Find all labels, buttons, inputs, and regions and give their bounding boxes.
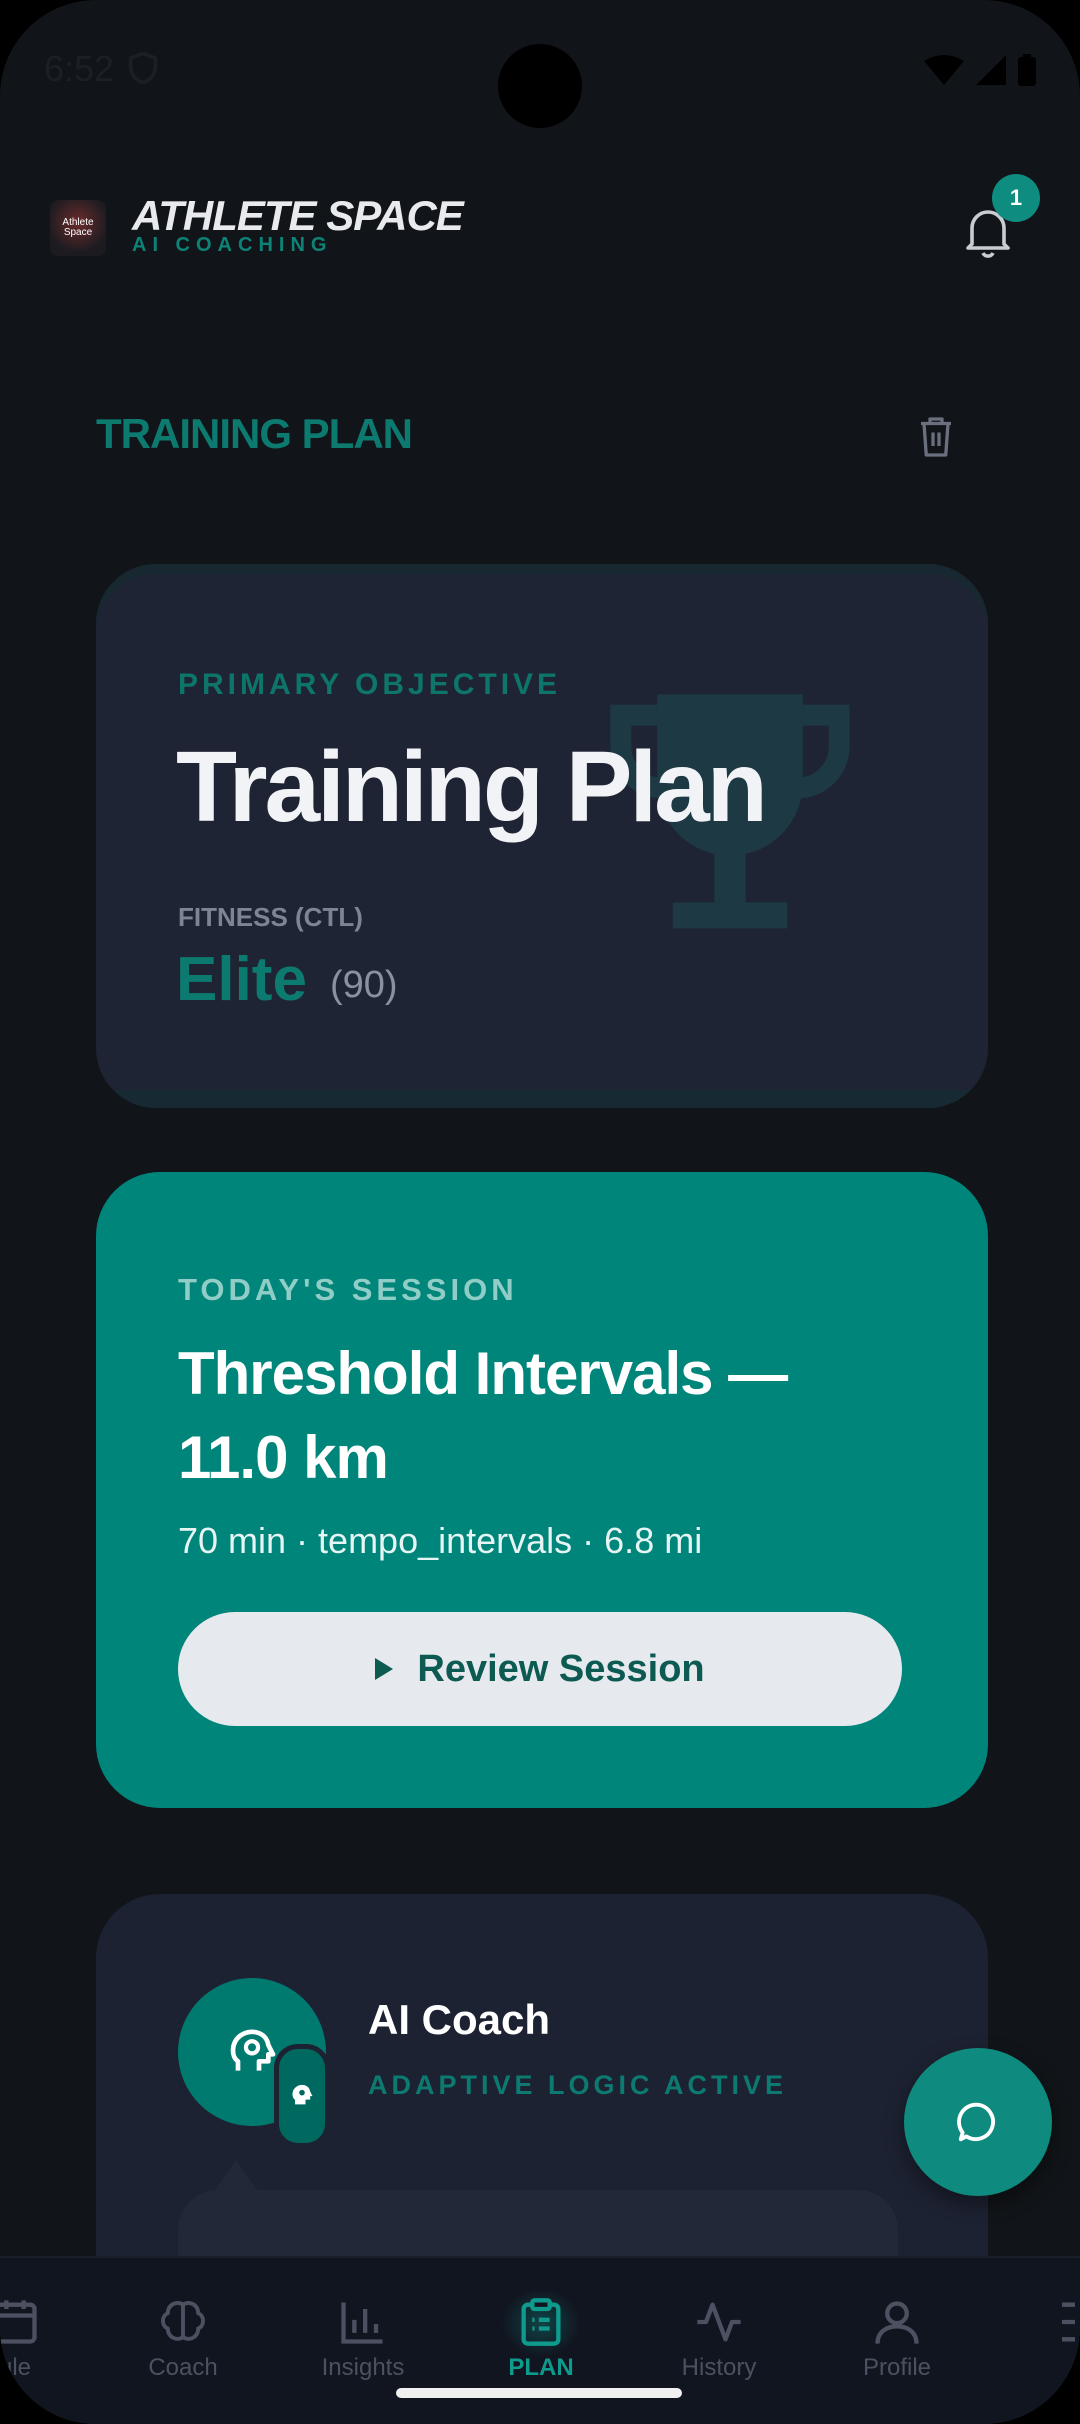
nav-label: ule — [0, 2354, 32, 2381]
status-bar: 6:52 — [0, 0, 1080, 140]
notification-badge: 1 — [992, 174, 1040, 222]
fitness-number: (90) — [330, 964, 398, 1006]
page-title: TRAINING PLAN — [96, 410, 413, 457]
play-icon — [375, 1658, 394, 1680]
wifi-icon — [924, 55, 964, 85]
signal-icon — [976, 55, 1006, 85]
session-card: TODAY'S SESSION Threshold Intervals — 11… — [96, 1172, 988, 1808]
nav-item-plan[interactable]: PLAN — [456, 2258, 626, 2381]
chat-fab-button[interactable] — [904, 2048, 1052, 2196]
coach-mini-badge — [274, 2044, 330, 2148]
bubble-tail — [214, 2160, 258, 2192]
chat-icon — [957, 2102, 995, 2142]
nav-label: Profile — [862, 2354, 932, 2381]
coach-name: AI Coach — [368, 1996, 551, 2043]
fitness-label: FITNESS (CTL) — [178, 902, 363, 932]
brand-name: ATHLETE SPACE — [132, 192, 464, 239]
logo-text: Athlete Space — [62, 217, 94, 238]
nav-item-schedule[interactable]: ule — [0, 2258, 100, 2381]
bar-chart-icon — [341, 2302, 383, 2344]
clipboard-icon — [521, 2298, 561, 2346]
head-gear-icon — [230, 2029, 276, 2071]
review-session-label: Review Session — [417, 1647, 705, 1690]
user-icon — [875, 2301, 919, 2344]
app-header: Athlete Space ATHLETE SPACE AI COACHING … — [0, 170, 1080, 290]
partial-icon — [1062, 2302, 1075, 2342]
home-indicator[interactable] — [396, 2388, 682, 2398]
nav-item-profile[interactable]: Profile — [812, 2258, 982, 2381]
head-gear-small-icon — [292, 2084, 313, 2105]
brand-subtitle: AI COACHING — [132, 234, 333, 256]
nav-label: History — [681, 2354, 757, 2381]
nav-label: Insights — [321, 2354, 405, 2381]
nav-item-coach[interactable]: Coach — [98, 2258, 268, 2381]
session-label: TODAY'S SESSION — [178, 1272, 518, 1307]
nav-item-history[interactable]: History — [634, 2258, 804, 2381]
app-screen: 6:52 Athlete Space ATHLETE SPACE AI COAC… — [0, 0, 1080, 2424]
activity-icon — [697, 2302, 741, 2342]
brain-icon — [161, 2301, 205, 2341]
status-time: 6:52 — [44, 48, 115, 89]
nav-item-insights[interactable]: Insights — [278, 2258, 448, 2381]
fitness-value: Elite — [176, 945, 307, 1014]
coach-status: ADAPTIVE LOGIC ACTIVE — [368, 2070, 788, 2100]
bottom-nav: ule Coach Insights PLAN History Profile — [0, 2256, 1080, 2424]
system-icons — [924, 54, 1036, 86]
objective-title: Training Plan — [176, 731, 768, 843]
nav-label: PLAN — [508, 2354, 574, 2381]
app-logo: Athlete Space — [50, 200, 106, 256]
card-edge — [96, 1090, 988, 1108]
session-title: Threshold Intervals — 11.0 km — [178, 1340, 788, 1491]
battery-icon — [1018, 54, 1036, 86]
nav-label: Coach — [148, 2354, 218, 2381]
camera-cutout — [498, 44, 582, 128]
schedule-icon — [0, 2300, 37, 2344]
trash-icon[interactable] — [918, 416, 954, 458]
shield-icon — [128, 52, 158, 84]
nav-item-more[interactable] — [990, 2258, 1080, 2378]
review-session-button[interactable]: Review Session — [178, 1612, 902, 1726]
objective-label: PRIMARY OBJECTIVE — [178, 668, 562, 701]
session-meta: 70 min · tempo_intervals · 6.8 mi — [178, 1520, 703, 1561]
objective-card: PRIMARY OBJECTIVE Training Plan FITNESS … — [96, 564, 988, 1108]
coach-card: AI Coach ADAPTIVE LOGIC ACTIVE — [96, 1894, 988, 2294]
